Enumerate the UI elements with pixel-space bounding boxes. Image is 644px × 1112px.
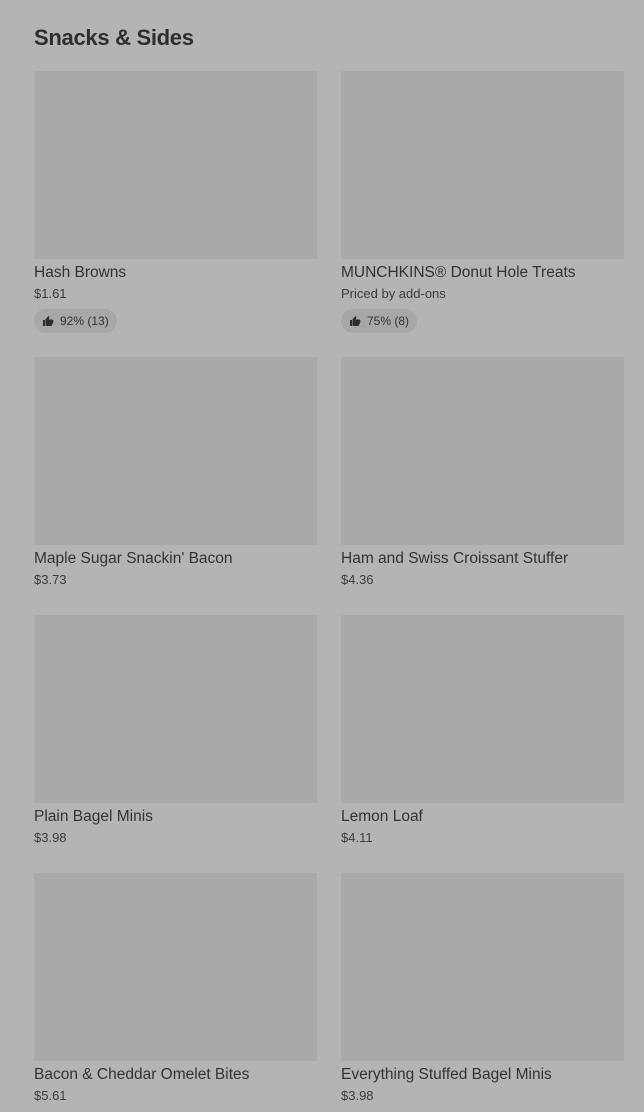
menu-item-image[interactable] — [34, 873, 317, 1061]
menu-row: Maple Sugar Snackin' Bacon $3.73 Ham and… — [34, 357, 624, 615]
menu-item-image[interactable] — [341, 71, 624, 259]
menu-item-name: Hash Browns — [34, 264, 127, 281]
menu-item-card[interactable]: Bacon & Cheddar Omelet Bites $5.61 — [34, 873, 317, 1105]
menu-item-price: $1.61 — [34, 286, 67, 301]
menu-row: Bacon & Cheddar Omelet Bites $5.61 Every… — [34, 873, 624, 1112]
menu-item-card[interactable]: Plain Bagel Minis $3.98 — [34, 615, 317, 847]
rating-text: 75% (8) — [367, 314, 410, 328]
rating-badge: 92% (13) — [34, 309, 117, 333]
menu-item-image[interactable] — [341, 615, 624, 803]
menu-item-image[interactable] — [34, 71, 317, 259]
menu-item-name: Maple Sugar Snackin' Bacon — [34, 550, 233, 567]
rating-badge: 75% (8) — [341, 309, 418, 333]
menu-item-card[interactable]: Maple Sugar Snackin' Bacon $3.73 — [34, 357, 317, 589]
menu-item-name: Ham and Swiss Croissant Stuffer — [341, 550, 569, 567]
menu-item-price: $3.73 — [34, 572, 67, 587]
menu-item-price: $5.61 — [34, 1088, 67, 1103]
menu-item-name: Lemon Loaf — [341, 808, 423, 825]
menu-item-card[interactable]: MUNCHKINS® Donut Hole Treats Priced by a… — [341, 71, 624, 333]
menu-item-price: $4.36 — [341, 572, 374, 587]
menu-row: Plain Bagel Minis $3.98 Lemon Loaf $4.11 — [34, 615, 624, 873]
thumbs-up-icon — [349, 315, 361, 327]
menu-item-image[interactable] — [341, 357, 624, 545]
rating-text: 92% (13) — [60, 314, 109, 328]
menu-item-card[interactable]: Everything Stuffed Bagel Minis $3.98 — [341, 873, 624, 1105]
thumbs-up-icon — [42, 315, 54, 327]
menu-item-price: $4.11 — [341, 830, 373, 845]
menu-item-price: $3.98 — [34, 830, 67, 845]
menu-item-card[interactable]: Lemon Loaf $4.11 — [341, 615, 624, 847]
menu-grid: Hash Browns $1.61 92% (13) MUNCHKINS® Do… — [34, 71, 624, 1112]
menu-item-image[interactable] — [341, 873, 624, 1061]
menu-item-name: Everything Stuffed Bagel Minis — [341, 1066, 552, 1083]
menu-item-card[interactable]: Ham and Swiss Croissant Stuffer $4.36 — [341, 357, 624, 589]
menu-item-name: MUNCHKINS® Donut Hole Treats — [341, 264, 576, 281]
menu-item-image[interactable] — [34, 615, 317, 803]
menu-item-price: $3.98 — [341, 1088, 374, 1103]
menu-row: Hash Browns $1.61 92% (13) MUNCHKINS® Do… — [34, 71, 624, 357]
section-title: Snacks & Sides — [34, 25, 194, 50]
menu-item-name: Bacon & Cheddar Omelet Bites — [34, 1066, 250, 1083]
menu-item-image[interactable] — [34, 357, 317, 545]
menu-item-card[interactable]: Hash Browns $1.61 92% (13) — [34, 71, 317, 333]
menu-item-price: Priced by add-ons — [341, 286, 446, 301]
menu-item-name: Plain Bagel Minis — [34, 808, 153, 825]
